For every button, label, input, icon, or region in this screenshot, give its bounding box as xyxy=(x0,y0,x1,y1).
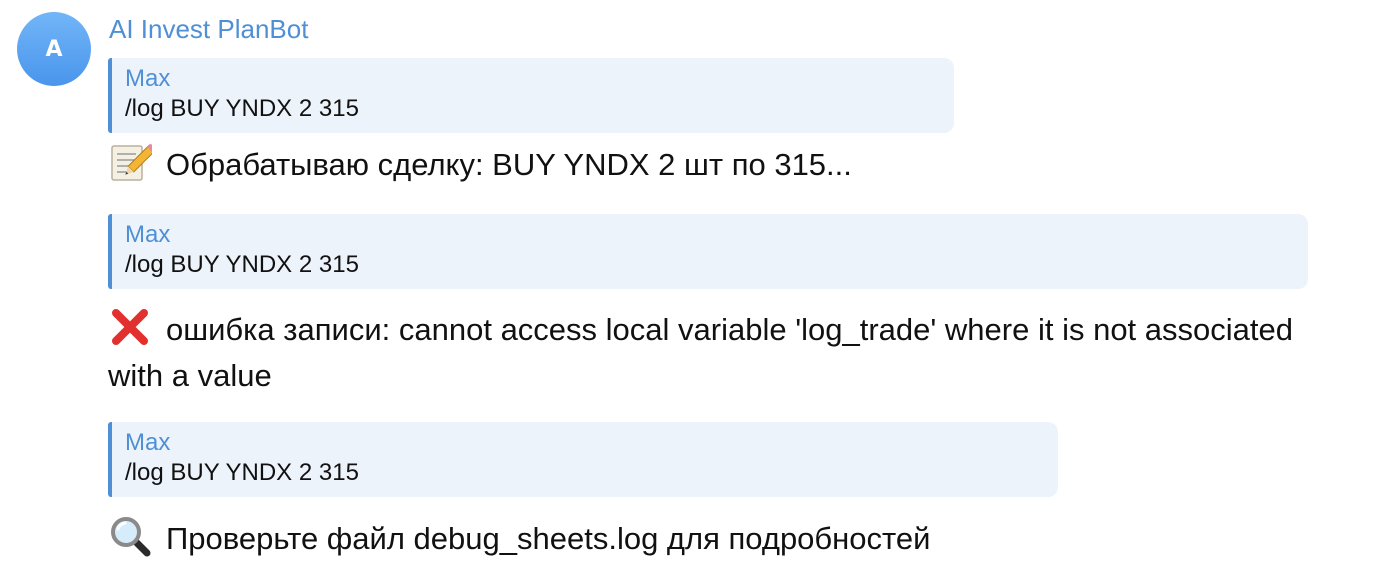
message-body: Проверьте файл debug_sheets.log для подр… xyxy=(166,521,931,556)
cross-mark-icon xyxy=(108,305,152,349)
message-body: ошибка записи: cannot access local varia… xyxy=(108,312,1293,393)
message-text: ошибка записи: cannot access local varia… xyxy=(108,305,1338,399)
reply-quote[interactable]: Max /log BUY YNDX 2 315 xyxy=(108,422,1058,497)
reply-text: /log BUY YNDX 2 315 xyxy=(125,251,359,278)
reply-quote[interactable]: Max /log BUY YNDX 2 315 xyxy=(108,214,1308,289)
reply-quote[interactable]: Max /log BUY YNDX 2 315 xyxy=(108,58,954,133)
reply-text: /log BUY YNDX 2 315 xyxy=(125,459,359,486)
reply-author: Max xyxy=(125,429,171,456)
reply-author: Max xyxy=(125,221,171,248)
sender-name[interactable]: AI Invest PlanBot xyxy=(109,12,308,46)
message-text: Проверьте файл debug_sheets.log для подр… xyxy=(108,514,1338,562)
magnifier-icon xyxy=(108,514,152,558)
reply-author: Max xyxy=(125,65,171,92)
avatar-letter: A xyxy=(45,36,63,62)
message-text: Обрабатываю сделку: BUY YNDX 2 шт по 315… xyxy=(108,140,1338,188)
bot-avatar[interactable]: A xyxy=(17,12,91,86)
memo-icon xyxy=(108,140,152,184)
message-body: Обрабатываю сделку: BUY YNDX 2 шт по 315… xyxy=(166,147,852,182)
reply-text: /log BUY YNDX 2 315 xyxy=(125,95,359,122)
